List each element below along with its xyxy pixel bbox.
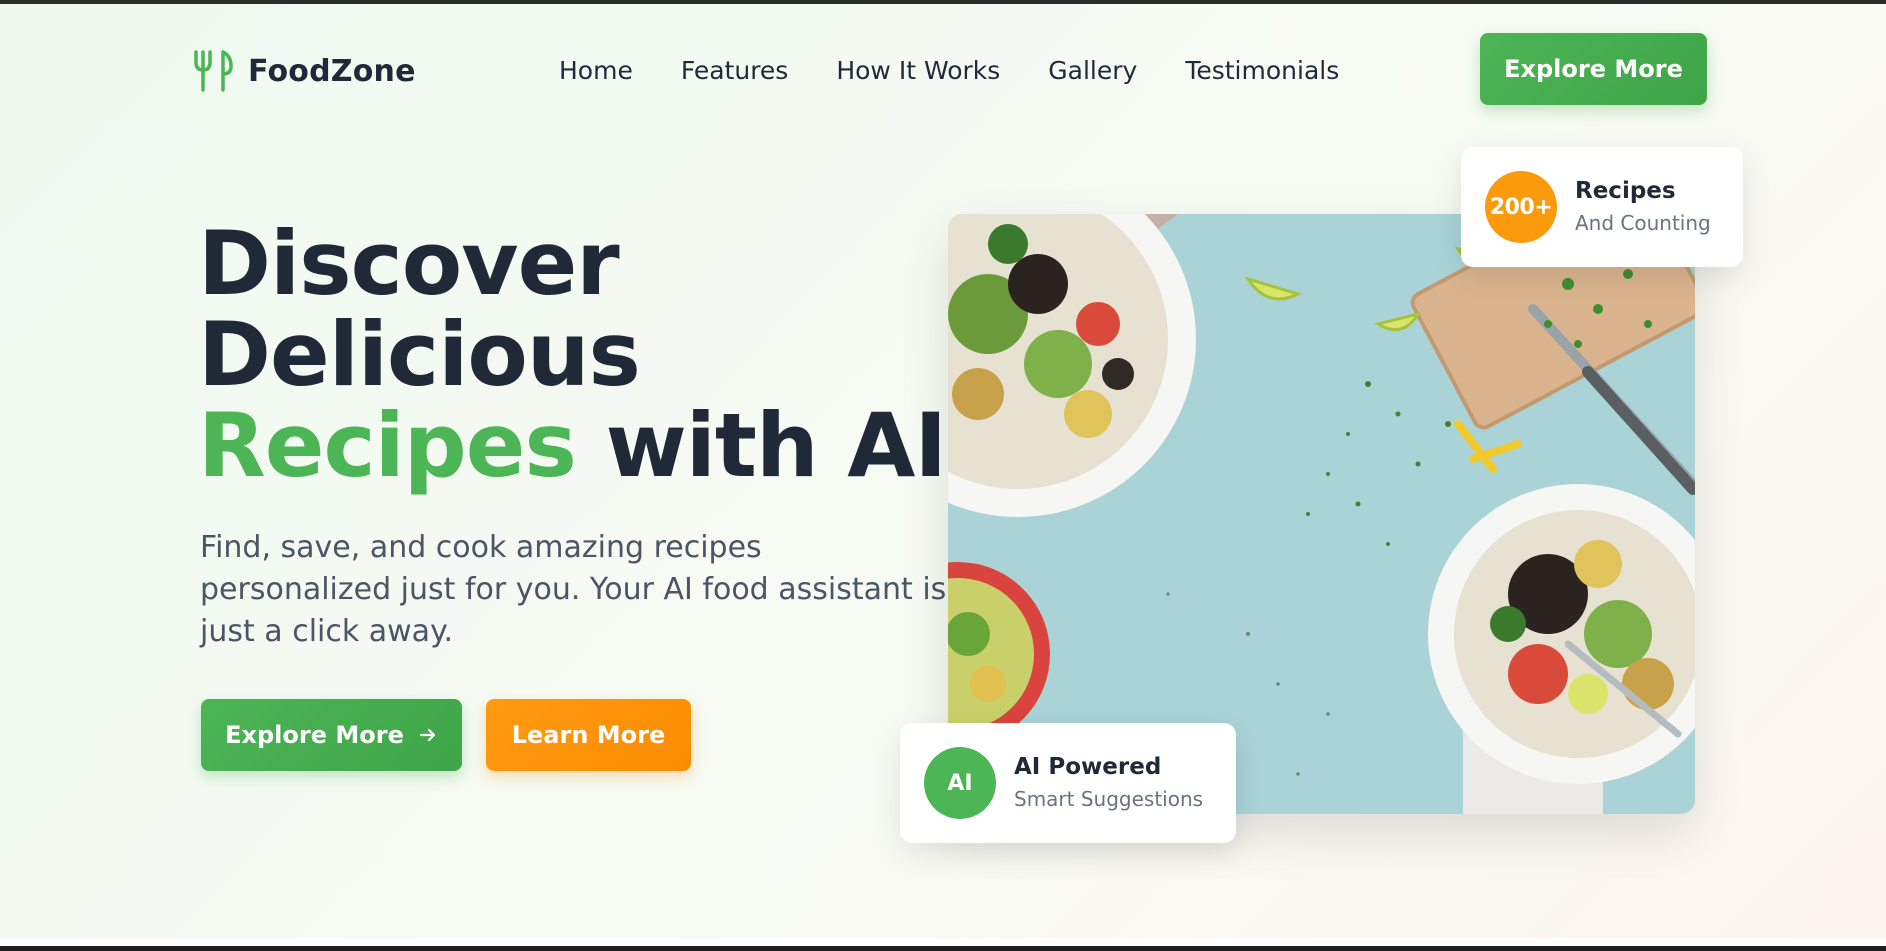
ai-powered-card: AI AI Powered Smart Suggestions (900, 723, 1236, 843)
bottom-border (0, 946, 1886, 951)
hero-explore-more-label: Explore More (225, 721, 404, 749)
nav-link-features[interactable]: Features (681, 56, 789, 85)
nav-explore-more-button[interactable]: Explore More (1480, 33, 1707, 105)
recipes-count-badge: 200+ (1485, 171, 1557, 243)
brand-name: FoodZone (248, 53, 416, 89)
landing-page: FoodZone Home Features How It Works Gall… (0, 4, 1886, 938)
hero-title-accent: Recipes (198, 394, 577, 497)
hero-explore-more-button[interactable]: Explore More (201, 699, 462, 771)
recipes-count-card: 200+ Recipes And Counting (1461, 147, 1743, 267)
recipes-count-title: Recipes (1575, 178, 1676, 204)
ai-powered-subtitle: Smart Suggestions (1014, 787, 1204, 811)
hero-title: Discover Delicious Recipes with AI (198, 218, 947, 491)
arrow-right-icon (419, 728, 435, 742)
hero-title-line1: Discover (198, 212, 620, 315)
hero-title-rest: with AI (605, 394, 947, 497)
nav-link-home[interactable]: Home (559, 56, 633, 85)
recipes-count-subtitle: And Counting (1575, 211, 1711, 235)
hero-title-line2: Delicious (198, 303, 641, 406)
brand-logo[interactable]: FoodZone (192, 48, 416, 94)
fork-knife-icon (194, 50, 233, 92)
navbar: FoodZone Home Features How It Works Gall… (0, 4, 1886, 134)
ai-powered-title: AI Powered (1014, 754, 1162, 780)
nav-links: Home Features How It Works Gallery Testi… (559, 56, 1339, 85)
hero-learn-more-button[interactable]: Learn More (486, 699, 691, 771)
nav-link-testimonials[interactable]: Testimonials (1185, 56, 1339, 85)
recipes-count-text: Recipes And Counting (1575, 175, 1711, 239)
nav-link-how-it-works[interactable]: How It Works (836, 56, 1000, 85)
ai-powered-text: AI Powered Smart Suggestions (1014, 751, 1203, 815)
ai-badge: AI (924, 747, 996, 819)
nav-link-gallery[interactable]: Gallery (1048, 56, 1137, 85)
hero-subtitle: Find, save, and cook amazing recipes per… (200, 530, 947, 649)
